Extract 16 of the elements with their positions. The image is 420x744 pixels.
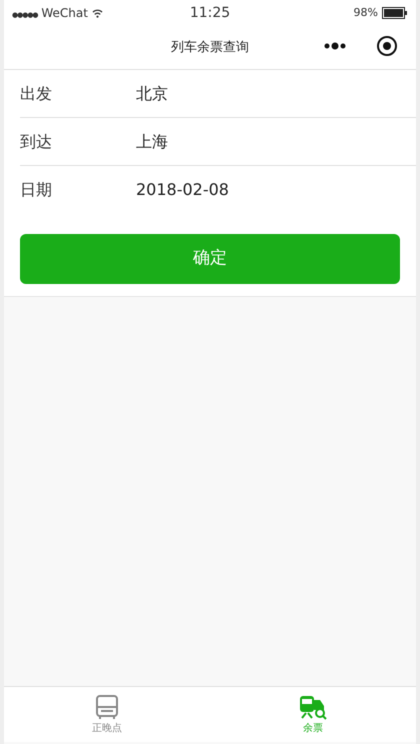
field-value[interactable]: 北京 xyxy=(136,82,168,106)
close-icon[interactable] xyxy=(376,35,398,57)
field-value[interactable]: 2018-02-08 xyxy=(136,178,229,202)
bus-icon xyxy=(94,694,120,720)
field-label: 日期 xyxy=(20,179,53,201)
time-text: 11:25 xyxy=(190,4,230,22)
wifi-icon xyxy=(92,8,103,18)
battery-text: 98% xyxy=(354,4,378,21)
train-search-icon xyxy=(298,694,328,720)
field-label: 出发 xyxy=(20,82,53,104)
page-title: 列车余票查询 xyxy=(171,38,249,57)
field-label: 到达 xyxy=(20,130,53,152)
field-value[interactable]: 上海 xyxy=(136,130,168,154)
more-icon[interactable] xyxy=(324,42,346,50)
battery-icon xyxy=(382,7,408,19)
tab-item[interactable]: 正晚点 xyxy=(4,687,210,742)
